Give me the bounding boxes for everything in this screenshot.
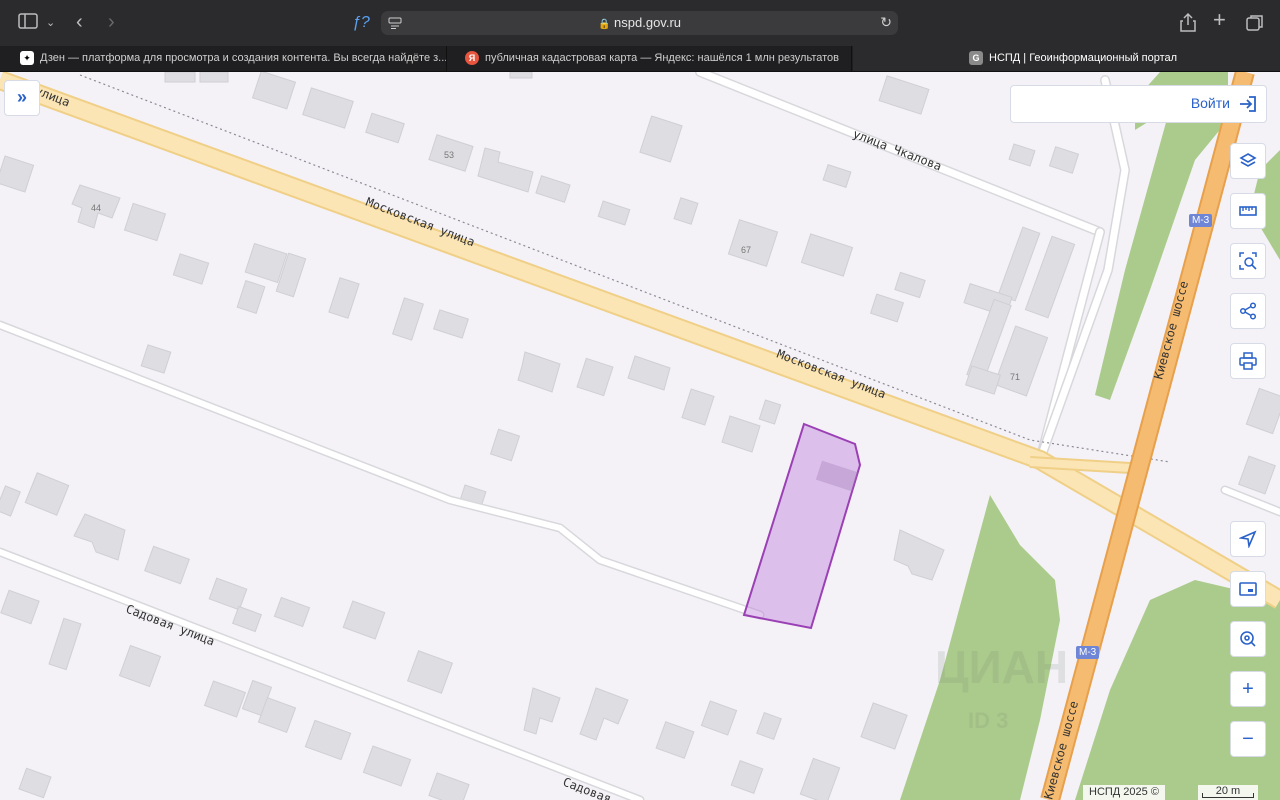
area-search-button[interactable] [1230,243,1266,279]
house-number: 53 [444,150,454,160]
minimap-button[interactable] [1230,571,1266,607]
tab-dzen[interactable]: ✦ Дзен — платформа для просмотра и создан… [0,46,447,71]
layers-button[interactable] [1230,143,1266,179]
expand-panel-button[interactable]: » [4,80,40,116]
address-bar[interactable]: 🔒 nspd.gov.ru ↻ [381,11,898,35]
reader-extension-icon[interactable]: ƒ? [352,13,370,33]
login-icon [1238,94,1258,114]
map-copyright: НСПД 2025 © [1083,785,1165,800]
house-number: 71 [1010,372,1020,382]
yandex-icon: Я [465,51,479,66]
watermark-id: ID 3 [968,708,1009,733]
url-text: nspd.gov.ru [614,15,682,30]
zoom-out-button[interactable]: − [1230,721,1266,757]
login-button[interactable]: Войти [1010,85,1267,123]
browser-toolbar: ⌄ ‹ › ƒ? 🔒 nspd.gov.ru ↻ + [0,0,1280,46]
map-canvas[interactable]: ая улица Московская улица Московская ули… [0,72,1280,800]
house-number: 67 [741,245,751,255]
nspd-icon: G [969,51,983,66]
watermark: ЦИАН [935,641,1069,693]
location-search-button[interactable] [1230,621,1266,657]
house-number: 44 [91,203,101,213]
tab-bar: ✦ Дзен — платформа для просмотра и создан… [0,46,1280,72]
cadastral-map[interactable]: ая улица Московская улица Московская ули… [0,72,1280,800]
tab-nspd[interactable]: G НСПД | Геоинформационный портал [853,46,1280,71]
scale-bar: 20 m [1198,785,1258,800]
my-location-button[interactable] [1230,521,1266,557]
print-button[interactable] [1230,343,1266,379]
zoom-in-button[interactable]: + [1230,671,1266,707]
login-label: Войти [1190,95,1230,111]
share-icon[interactable] [1180,12,1196,38]
forward-icon[interactable]: › [108,12,115,32]
reload-icon[interactable]: ↻ [880,14,892,31]
sidebar-toggle-icon[interactable] [18,13,38,35]
back-icon[interactable]: ‹ [76,12,83,32]
new-tab-icon[interactable]: + [1213,9,1226,31]
dzen-icon: ✦ [20,51,34,66]
road-shield-m3: М-3 [1189,214,1213,227]
chevron-down-icon[interactable]: ⌄ [46,13,55,33]
share-map-button[interactable] [1230,293,1266,329]
tab-yandex[interactable]: Япубличная кадастровая карта — Яндекс: н… [427,46,852,71]
measure-button[interactable] [1230,193,1266,229]
road-shield-m3: М-3 [1076,646,1100,659]
tab-overview-icon[interactable] [1246,14,1264,38]
lock-icon: 🔒 [597,19,611,30]
